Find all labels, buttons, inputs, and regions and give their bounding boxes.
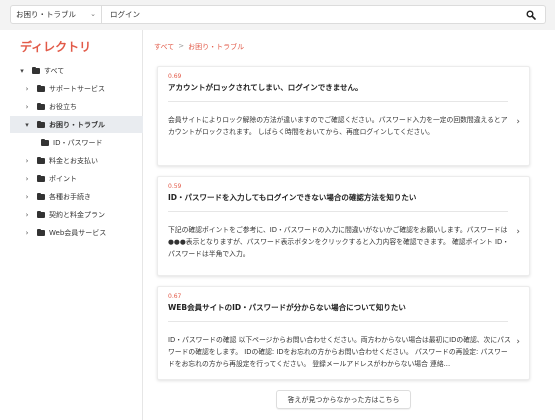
folder-icon <box>37 174 45 182</box>
folder-icon <box>37 120 45 128</box>
chevron-right-icon[interactable]: › <box>23 211 31 219</box>
folder-icon <box>37 102 45 110</box>
folder-icon <box>41 138 49 146</box>
search-input[interactable] <box>102 6 502 23</box>
tree-item-label: お困り・トラブル <box>49 120 105 129</box>
result-card[interactable]: 0.59 ID・パスワードを入力してもログインできない場合の確認方法を知りたい … <box>157 176 530 276</box>
chevron-right-icon[interactable]: › <box>23 193 31 201</box>
chevron-down-icon: ⌄ <box>90 10 96 18</box>
chevron-right-icon[interactable]: › <box>516 117 520 127</box>
tree-item-useful[interactable]: › お役立ち <box>10 98 143 115</box>
search-field[interactable] <box>102 5 546 24</box>
divider <box>168 101 508 102</box>
tree-item-label: Web会員サービス <box>49 228 107 237</box>
result-title[interactable]: WEB会員サイトのID・パスワードが分からない場合について知りたい <box>168 302 406 313</box>
chevron-right-icon[interactable]: › <box>23 229 31 237</box>
result-score: 0.69 <box>168 73 182 80</box>
chevron-right-icon[interactable]: › <box>516 337 520 347</box>
search-bar: お困り・トラブル ⌄ <box>0 0 555 30</box>
tree-item-label: 契約と料金プラン <box>49 210 105 219</box>
tree-item-id-password[interactable]: ID・パスワード <box>10 134 143 151</box>
chevron-down-icon[interactable]: ▾ <box>18 67 26 75</box>
chevron-right-icon[interactable]: › <box>23 175 31 183</box>
category-select[interactable]: お困り・トラブル ⌄ <box>10 5 102 24</box>
result-score: 0.59 <box>168 183 182 190</box>
folder-icon <box>32 66 40 74</box>
result-score: 0.67 <box>168 293 182 300</box>
result-title[interactable]: ID・パスワードを入力してもログインできない場合の確認方法を知りたい <box>168 192 416 203</box>
result-excerpt: 会員サイトによりロック解除の方法が違いますのでご確認ください。パスワード入力を一… <box>168 116 508 136</box>
folder-icon <box>37 228 45 236</box>
divider <box>168 211 508 212</box>
results-panel: すべて > お困り・トラブル 0.69 アカウントがロックされてしまい、ログイン… <box>144 30 555 420</box>
tree-item-label: お役立ち <box>49 102 77 111</box>
folder-icon <box>37 156 45 164</box>
breadcrumb: すべて > お困り・トラブル <box>154 42 244 52</box>
tree-item-support-services[interactable]: › サポートサービス <box>10 80 143 97</box>
tree-item-label: ポイント <box>49 174 77 183</box>
sidebar-title: ディレクトリ <box>20 40 92 54</box>
result-card[interactable]: 0.69 アカウントがロックされてしまい、ログインできません。 会員サイトにより… <box>157 66 530 166</box>
chevron-right-icon[interactable]: › <box>23 85 31 93</box>
tree-item-label: ID・パスワード <box>53 138 103 147</box>
tree-item-label: サポートサービス <box>49 84 105 93</box>
divider <box>168 321 508 322</box>
not-found-button[interactable]: 答えが見つからなかった方はこちら <box>276 390 411 409</box>
tree-item-label: 各種お手続き <box>49 192 91 201</box>
tree-item-label: 料金とお支払い <box>49 156 98 165</box>
breadcrumb-current: お困り・トラブル <box>188 43 245 51</box>
breadcrumb-separator: > <box>178 42 185 50</box>
folder-icon <box>37 84 45 92</box>
tree-item-contract-plans[interactable]: › 契約と料金プラン <box>10 206 143 223</box>
tree-item-billing[interactable]: › 料金とお支払い <box>10 152 143 169</box>
search-icon[interactable] <box>526 10 536 20</box>
result-title[interactable]: アカウントがロックされてしまい、ログインできません。 <box>168 82 363 93</box>
category-select-value: お困り・トラブル <box>16 10 76 19</box>
result-card[interactable]: 0.67 WEB会員サイトのID・パスワードが分からない場合について知りたい I… <box>157 286 530 380</box>
tree-item-points[interactable]: › ポイント <box>10 170 143 187</box>
tree-item-web-member[interactable]: › Web会員サービス <box>10 224 143 241</box>
result-excerpt: ID・パスワードの確認 以下ページからお問い合わせください。両方わからない場合は… <box>168 336 511 368</box>
tree-item-trouble[interactable]: ▾ お困り・トラブル <box>10 116 143 133</box>
chevron-right-icon[interactable]: › <box>23 103 31 111</box>
chevron-right-icon[interactable]: › <box>516 227 520 237</box>
folder-icon <box>37 192 45 200</box>
chevron-right-icon[interactable]: › <box>23 157 31 165</box>
chevron-down-icon[interactable]: ▾ <box>23 121 31 129</box>
breadcrumb-root[interactable]: すべて <box>154 42 174 52</box>
folder-icon <box>37 210 45 218</box>
tree-item-all[interactable]: ▾ すべて <box>10 62 143 79</box>
tree-item-label: すべて <box>44 66 65 75</box>
result-excerpt: 下記の確認ポイントをご参考に、ID・パスワードの入力に間違いがないかご確認をお願… <box>168 226 509 258</box>
directory-sidebar: ディレクトリ ▾ すべて › サポートサービス › お役立ち ▾ お困り・トラブ… <box>10 30 143 420</box>
tree-item-procedures[interactable]: › 各種お手続き <box>10 188 143 205</box>
